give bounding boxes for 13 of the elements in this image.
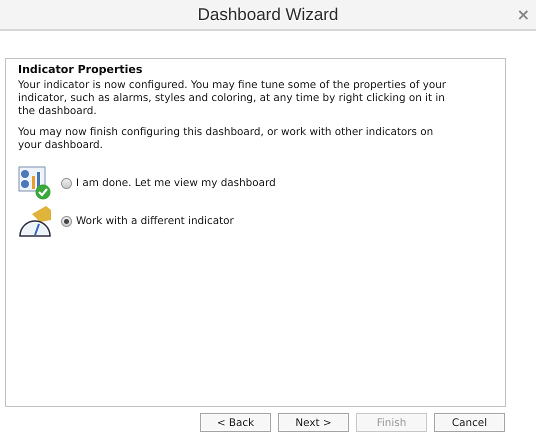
wizard-button[interactable]: Next >	[278, 413, 349, 432]
option-label[interactable]: I am done. Let me view my dashboard	[76, 177, 276, 189]
window-title: Dashboard Wizard	[198, 4, 338, 24]
panel-heading: Indicator Properties	[18, 63, 144, 76]
dashboard-check-icon	[18, 166, 52, 200]
option-label[interactable]: Work with a different indicator	[76, 215, 234, 227]
description-text: You may now finish configuring this dashboard, or work with other indicators on your dashboard.	[18, 126, 434, 152]
radio-button[interactable]	[61, 178, 72, 188]
radio-button[interactable]	[61, 216, 72, 226]
gauge-icon	[18, 204, 52, 238]
description-text: Your indicator is now configured. You may fine tune some of the properties of your indicator, such as alarms, styles and coloring, at any time by right clicking on it in the dashboard.	[18, 79, 448, 118]
wizard-button[interactable]: Cancel	[434, 413, 505, 432]
wizard-button[interactable]: < Back	[200, 413, 271, 432]
